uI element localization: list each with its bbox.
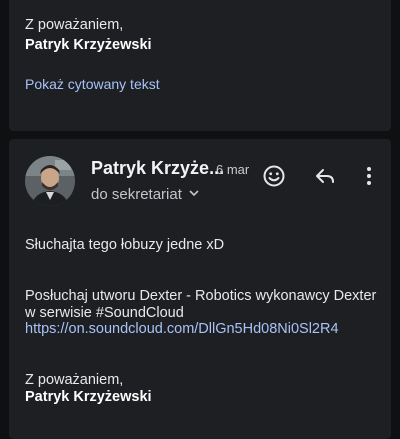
recipient-label: do sekretariat (91, 186, 182, 203)
reply-icon (313, 164, 337, 193)
show-quoted-text-link[interactable]: Pokaż cytowany tekst (25, 76, 160, 92)
previous-message-card: Z poważaniem, Patryk Krzyżewski Pokaż cy… (9, 0, 391, 131)
soundcloud-link[interactable]: https://on.soundcloud.com/DllGn5Hd08Ni0S… (25, 321, 339, 337)
recipient-details-toggle[interactable]: do sekretariat (91, 186, 200, 203)
avatar[interactable] (25, 156, 75, 206)
signature-closing: Z poważaniem, (25, 17, 124, 33)
sender-name[interactable]: Patryk Krzyże... (91, 158, 224, 179)
more-vert-icon (357, 164, 381, 193)
signature-name: Patryk Krzyżewski (25, 37, 152, 53)
add-reaction-icon (262, 164, 286, 193)
signature-closing: Z poważaniem, (25, 372, 124, 388)
add-reaction-button[interactable] (260, 164, 288, 192)
message-body-line: w serwisie #SoundCloud (25, 305, 184, 321)
avatar-photo (25, 156, 75, 206)
signature-name: Patryk Krzyżewski (25, 389, 152, 405)
message-card: Patryk Krzyże... 6 mar do sekretariat Sł… (9, 139, 391, 439)
reply-button[interactable] (311, 164, 339, 192)
message-body-line: Słuchajta tego łobuzy jedne xD (25, 237, 225, 253)
chevron-down-icon (188, 186, 200, 203)
more-options-button[interactable] (355, 164, 383, 192)
message-body-line: Posłuchaj utworu Dexter - Robotics wykon… (25, 288, 377, 304)
message-date: 6 mar (216, 162, 250, 177)
